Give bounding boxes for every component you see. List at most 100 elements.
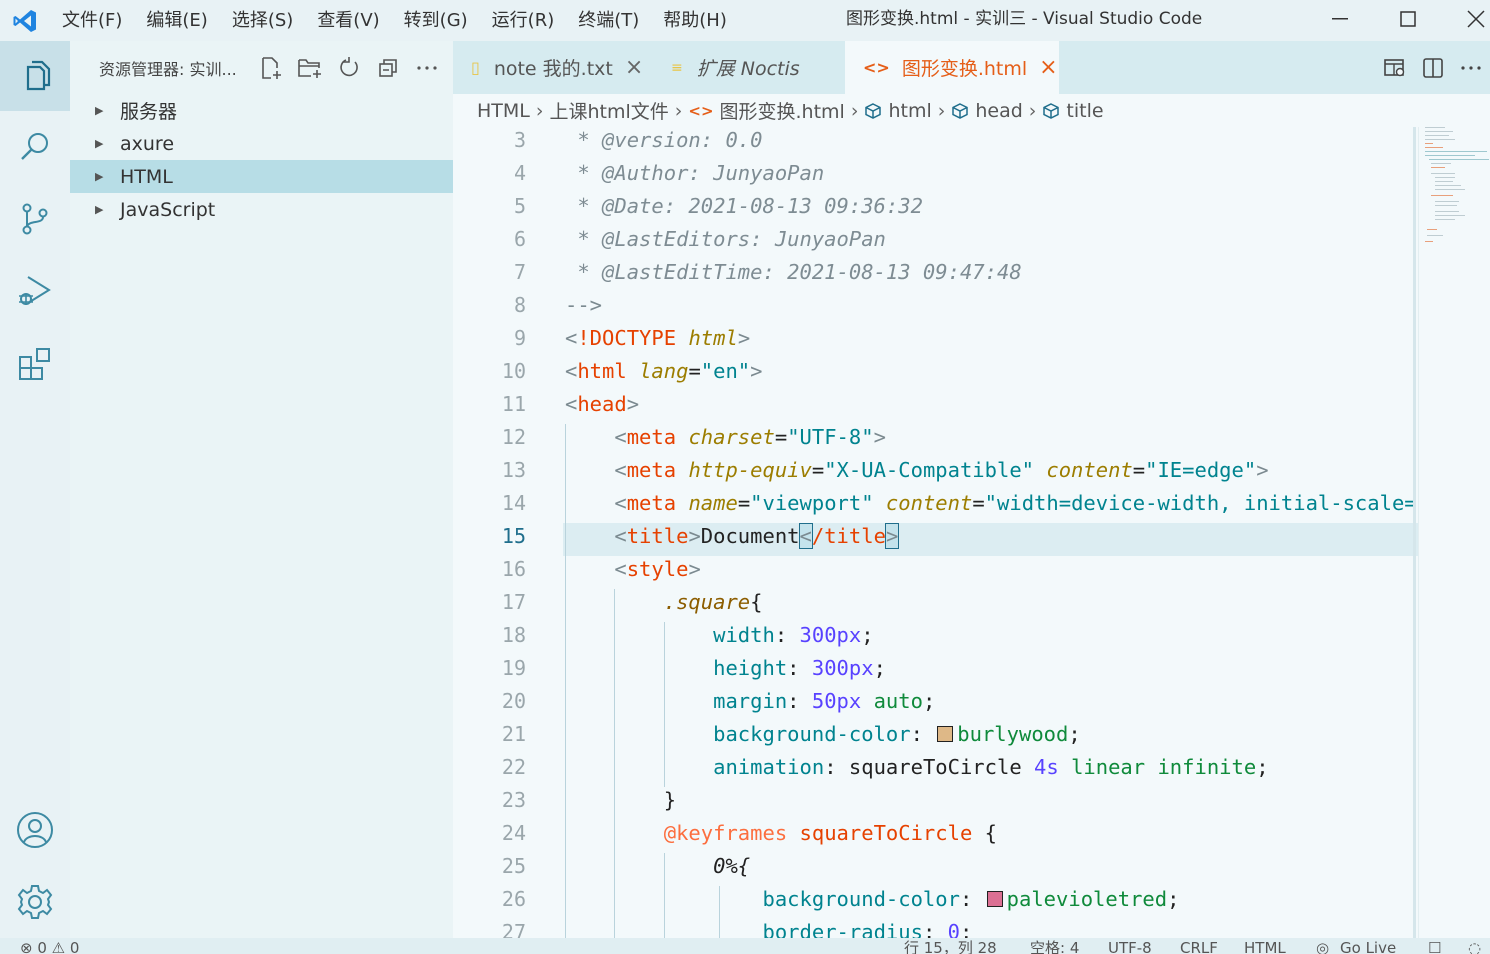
keyframe-selector: 0%{ [713, 854, 751, 878]
menu-edit[interactable]: 编辑(E) [134, 0, 219, 41]
collapse-all-icon[interactable] [368, 53, 407, 83]
color-swatch[interactable] [986, 891, 1003, 907]
code-line: <head> [565, 392, 640, 416]
css-value: palevioletred [1006, 887, 1168, 911]
css-property: background-color [762, 887, 960, 911]
symbol-box-icon [1042, 102, 1060, 120]
line-number: 23 [501, 788, 526, 812]
breadcrumb-item-symbol[interactable]: title [1042, 100, 1104, 122]
split-editor-icon[interactable] [1414, 41, 1452, 94]
attr-value: "viewport" [750, 491, 874, 515]
tab-graphic-transform[interactable]: <> 图形变换.html × [845, 41, 1059, 94]
menu-view[interactable]: 查看(V) [305, 0, 391, 41]
chevron-right-icon: ▶ [95, 170, 104, 183]
animation-name: squareToCircle [848, 755, 1022, 779]
breadcrumb-label: head [975, 99, 1023, 122]
menu-file[interactable]: 文件(F) [50, 0, 134, 41]
tree-folder-html[interactable]: ▶ HTML [70, 160, 453, 193]
line-number: 8 [513, 293, 526, 317]
source-control-button[interactable] [0, 184, 70, 254]
code-line: width: 300px; [565, 622, 1490, 655]
problems-status[interactable]: ⊗ 0 ⚠ 0 [20, 940, 79, 954]
tab-note[interactable]: ▯ note 我的.txt × [453, 41, 653, 94]
breadcrumb-item-file[interactable]: <> 图形变换.html [688, 97, 844, 124]
refresh-icon[interactable] [329, 53, 368, 83]
tab-label: 图形变换.html [901, 58, 1028, 80]
attr-name: http-equiv [688, 458, 812, 482]
bracket-match: > [884, 523, 900, 549]
attr-value: "UTF-8" [787, 425, 874, 449]
search-icon [21, 133, 48, 160]
new-file-icon[interactable] [251, 53, 290, 83]
chevron-right-icon: ▶ [95, 104, 104, 117]
color-swatch[interactable] [937, 726, 954, 742]
html-file-icon: <> [688, 101, 714, 120]
extensions-button[interactable] [0, 329, 70, 399]
run-debug-button[interactable] [0, 256, 70, 326]
breadcrumb-item-symbol[interactable]: html [864, 100, 932, 122]
breadcrumb-item[interactable]: HTML [477, 100, 530, 122]
code-line: --> [565, 292, 1490, 325]
language-mode[interactable]: HTML [1244, 940, 1286, 954]
attr-value: "IE=edge" [1145, 458, 1257, 482]
line-number: 17 [501, 590, 526, 614]
editor-scrollbar[interactable] [1413, 127, 1416, 938]
tab-close-button[interactable]: × [1039, 55, 1057, 80]
cursor-position[interactable]: 行 15，列 28 [904, 940, 997, 954]
tree-folder-axure[interactable]: ▶ axure [70, 127, 453, 160]
breadcrumb-item-symbol[interactable]: head [951, 99, 1023, 122]
source-control-icon [22, 203, 48, 235]
line-number: 9 [513, 326, 526, 350]
css-property: animation [713, 755, 825, 779]
chevron-right-icon: ▶ [95, 137, 104, 150]
sidebar-header: 资源管理器: 实训... [70, 41, 453, 94]
status-bar: ⊗ 0 ⚠ 0 行 15，列 28 空格: 4 UTF-8 CRLF HTML … [0, 938, 1490, 954]
line-number: 10 [501, 359, 526, 383]
explorer-button[interactable] [0, 41, 70, 111]
tag-name: meta [626, 458, 677, 482]
doctype-keyword: !DOCTYPE [577, 326, 677, 350]
feedback-icon[interactable]: ☐ [1428, 940, 1441, 954]
code-line: margin: 50px auto; [565, 688, 1490, 721]
line-number: 4 [513, 161, 526, 185]
menu-go[interactable]: 转到(G) [392, 0, 480, 41]
new-folder-icon[interactable] [290, 53, 329, 83]
indentation-status[interactable]: 空格: 4 [1030, 940, 1079, 954]
editor-tab-bar: ▯ note 我的.txt × ≡ 扩展 Noctis <> 图形变换.html… [453, 41, 1490, 94]
comment-text: * @version: 0.0 [565, 128, 763, 152]
more-actions-icon[interactable] [1452, 41, 1490, 94]
tree-folder-javascript[interactable]: ▶ JavaScript [70, 193, 453, 226]
minimize-button[interactable] [1310, 0, 1370, 38]
eol-status[interactable]: CRLF [1180, 940, 1218, 954]
code-editor[interactable]: 3 4 5 6 7 8 9 10 11 12 13 14 15 16 17 18… [453, 127, 1490, 938]
breadcrumb-item[interactable]: 上课html文件 [549, 97, 668, 124]
extension-file-icon: ≡ [671, 59, 683, 76]
minimap[interactable] [1418, 127, 1490, 938]
code-line: background-color: palevioletred; [565, 886, 1490, 919]
menu-run[interactable]: 运行(R) [480, 0, 567, 41]
accounts-button[interactable] [0, 795, 70, 865]
code-line: background-color: burlywood; [565, 721, 1490, 754]
code-line: <meta name="viewport" content="width=dev… [565, 490, 1490, 523]
menu-selection[interactable]: 选择(S) [220, 0, 305, 41]
menu-terminal[interactable]: 终端(T) [566, 0, 651, 41]
menu-help[interactable]: 帮助(H) [651, 0, 739, 41]
html-file-icon: <> [863, 58, 890, 77]
tab-extension-noctis[interactable]: ≡ 扩展 Noctis [653, 41, 845, 94]
tree-folder-label: axure [120, 132, 175, 155]
tree-folder-servers[interactable]: ▶ 服务器 [70, 94, 453, 127]
debug-icon [19, 276, 51, 305]
go-live-button[interactable]: Go Live [1340, 940, 1396, 954]
more-icon[interactable] [407, 53, 446, 83]
close-window-button[interactable] [1446, 0, 1490, 38]
line-number: 19 [501, 656, 526, 680]
tab-close-button[interactable]: × [625, 55, 643, 80]
comment-end: --> [565, 293, 603, 317]
maximize-button[interactable] [1378, 0, 1438, 38]
search-button[interactable] [0, 112, 70, 182]
encoding-status[interactable]: UTF-8 [1108, 940, 1152, 954]
open-preview-icon[interactable] [1376, 41, 1414, 94]
notifications-icon[interactable]: ◌ [1468, 940, 1481, 954]
manage-button[interactable] [0, 867, 70, 937]
tab-label: 扩展 Noctis [696, 58, 800, 80]
